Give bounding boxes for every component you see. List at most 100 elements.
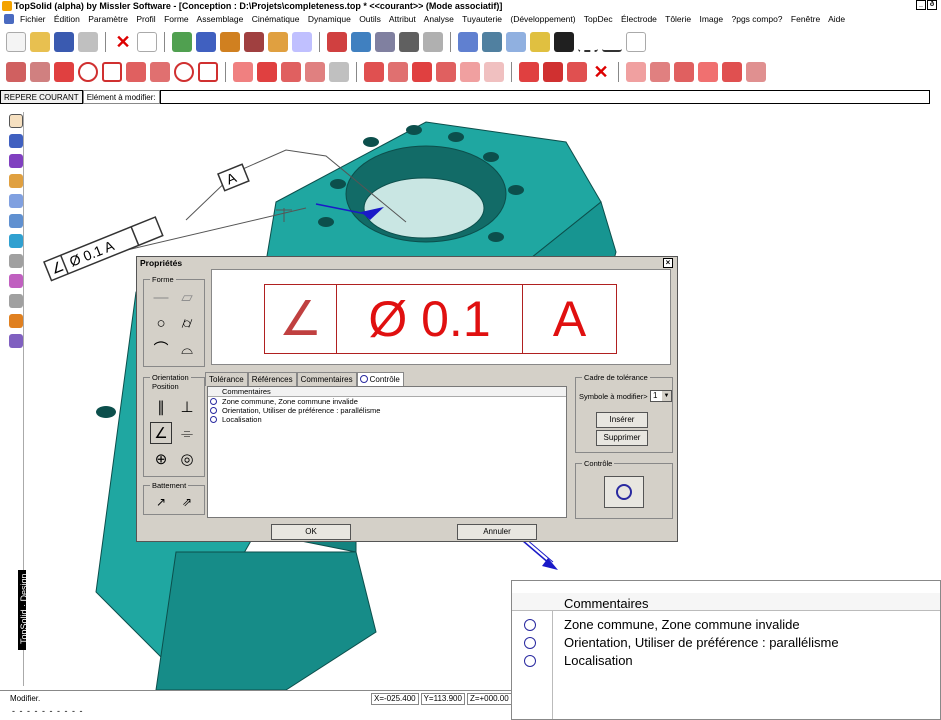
position-icon[interactable] (257, 62, 277, 82)
rectangle-icon[interactable] (102, 62, 122, 82)
print-icon[interactable] (78, 32, 98, 52)
list-item[interactable]: Localisation (208, 415, 566, 424)
menu-aide[interactable]: Aide (828, 14, 845, 24)
solid-icon[interactable] (9, 134, 23, 148)
black-color-icon[interactable] (554, 32, 574, 52)
tab-references[interactable]: Références (247, 372, 297, 386)
surface-tool-icon[interactable] (9, 194, 23, 208)
menu-tuyauterie[interactable]: Tuyauterie (462, 14, 502, 24)
line-icon[interactable] (54, 62, 74, 82)
arc-icon[interactable] (364, 62, 384, 82)
chevron-down-icon[interactable]: ▼ (662, 391, 671, 401)
label-icon[interactable] (650, 62, 670, 82)
shading-icon[interactable] (172, 32, 192, 52)
extrude-icon[interactable] (436, 62, 456, 82)
insert-button[interactable]: Insérer (596, 412, 648, 428)
trim-icon[interactable] (484, 62, 504, 82)
menu-profil[interactable]: Profil (136, 14, 155, 24)
dialog-close-button[interactable]: × (663, 258, 673, 268)
straightness-icon[interactable]: — (150, 286, 172, 308)
menu-tolerie[interactable]: Tôlerie (665, 14, 691, 24)
frame-icon[interactable] (482, 32, 502, 52)
menu-parametre[interactable]: Paramètre (88, 14, 128, 24)
tool-icon[interactable] (9, 174, 23, 188)
total-runout-icon[interactable]: ⇗ (176, 491, 198, 513)
render-tool-icon[interactable] (9, 334, 23, 348)
line-style-icon[interactable] (578, 32, 598, 52)
offset-icon[interactable] (412, 62, 432, 82)
pointer-icon[interactable] (399, 32, 419, 52)
pencil-icon[interactable] (9, 114, 23, 128)
minimize-button[interactable]: _ (916, 0, 926, 10)
new-file-icon[interactable] (6, 32, 26, 52)
hash-icon[interactable] (460, 62, 480, 82)
angle-icon[interactable] (30, 62, 50, 82)
surface-icon[interactable] (722, 62, 742, 82)
concentricity-icon[interactable]: ◎ (176, 448, 198, 470)
view-icon[interactable] (220, 32, 240, 52)
line-profile-icon[interactable]: ⌒ (150, 338, 172, 360)
menu-fichier[interactable]: Fichier (20, 14, 46, 24)
electrode-icon[interactable] (9, 314, 23, 328)
symmetry-icon[interactable]: ⌯ (176, 422, 198, 444)
menu-pgs-compo[interactable]: ?pgs compo? (731, 14, 782, 24)
ellipse-icon[interactable] (174, 62, 194, 82)
circular-runout-icon[interactable]: ↗ (150, 491, 172, 513)
sketch-icon[interactable] (6, 62, 26, 82)
cylindricity-icon[interactable]: ⌭ (176, 312, 198, 334)
mold-icon[interactable] (9, 274, 23, 288)
datum-icon[interactable] (543, 62, 563, 82)
axis-icon[interactable] (351, 32, 371, 52)
menu-assemblage[interactable]: Assemblage (197, 14, 244, 24)
layer-icon[interactable] (292, 32, 312, 52)
hatch-icon[interactable] (626, 32, 646, 52)
parallelism-icon[interactable]: ∥ (150, 396, 172, 418)
chamfer-icon[interactable] (388, 62, 408, 82)
parallel-icon[interactable] (233, 62, 253, 82)
menu-fenetre[interactable]: Fenêtre (791, 14, 820, 24)
document-icon[interactable] (4, 14, 14, 24)
attribute-icon[interactable] (530, 32, 550, 52)
table-icon[interactable] (746, 62, 766, 82)
tolerance-frame-icon[interactable] (567, 62, 587, 82)
current-frame-tab[interactable]: REPERE COURANT (0, 90, 83, 104)
element-input[interactable] (159, 90, 930, 104)
dimension-icon[interactable] (519, 62, 539, 82)
sheet-icon[interactable] (9, 234, 23, 248)
angularity-icon[interactable]: ∠ (150, 422, 172, 444)
tab-controle[interactable]: Contrôle (356, 372, 404, 386)
circle-icon[interactable] (78, 62, 98, 82)
menu-topdec[interactable]: TopDec (584, 14, 613, 24)
control-button[interactable] (604, 476, 644, 508)
cross-icon[interactable]: ✕ (591, 62, 611, 82)
comments-list[interactable]: Commentaires Zone commune, Zone commune … (207, 386, 567, 518)
delete-icon[interactable]: ✕ (113, 32, 133, 52)
save-icon[interactable] (54, 32, 74, 52)
line-weight-icon[interactable] (602, 32, 622, 52)
menu-image[interactable]: Image (699, 14, 723, 24)
list-item[interactable]: Zone commune, Zone commune invalide (208, 397, 566, 406)
ok-button[interactable]: OK (271, 524, 351, 540)
open-folder-icon[interactable] (30, 32, 50, 52)
menu-dynamique[interactable]: Dynamique (308, 14, 351, 24)
point-icon[interactable] (458, 32, 478, 52)
filter-icon[interactable] (423, 32, 443, 52)
symbol-icon[interactable] (674, 62, 694, 82)
circularity-icon[interactable]: ○ (150, 312, 172, 334)
menu-developpement[interactable]: (Développement) (510, 14, 575, 24)
slot-icon[interactable] (281, 62, 301, 82)
weld-icon[interactable] (698, 62, 718, 82)
flatness-icon[interactable]: ▱ (176, 286, 198, 308)
piping-icon[interactable] (9, 294, 23, 308)
render-icon[interactable] (244, 32, 264, 52)
menu-cinematique[interactable]: Cinématique (252, 14, 300, 24)
tab-comments[interactable]: Commentaires (296, 372, 357, 386)
measure-icon[interactable] (327, 32, 347, 52)
note-icon[interactable] (626, 62, 646, 82)
cancel-button[interactable]: Annuler (457, 524, 537, 540)
mesh-icon[interactable] (9, 214, 23, 228)
color-icon[interactable] (506, 32, 526, 52)
menu-electrode[interactable]: Électrode (621, 14, 657, 24)
surface-profile-icon[interactable]: ⌓ (176, 338, 198, 360)
polygon-icon[interactable] (198, 62, 218, 82)
